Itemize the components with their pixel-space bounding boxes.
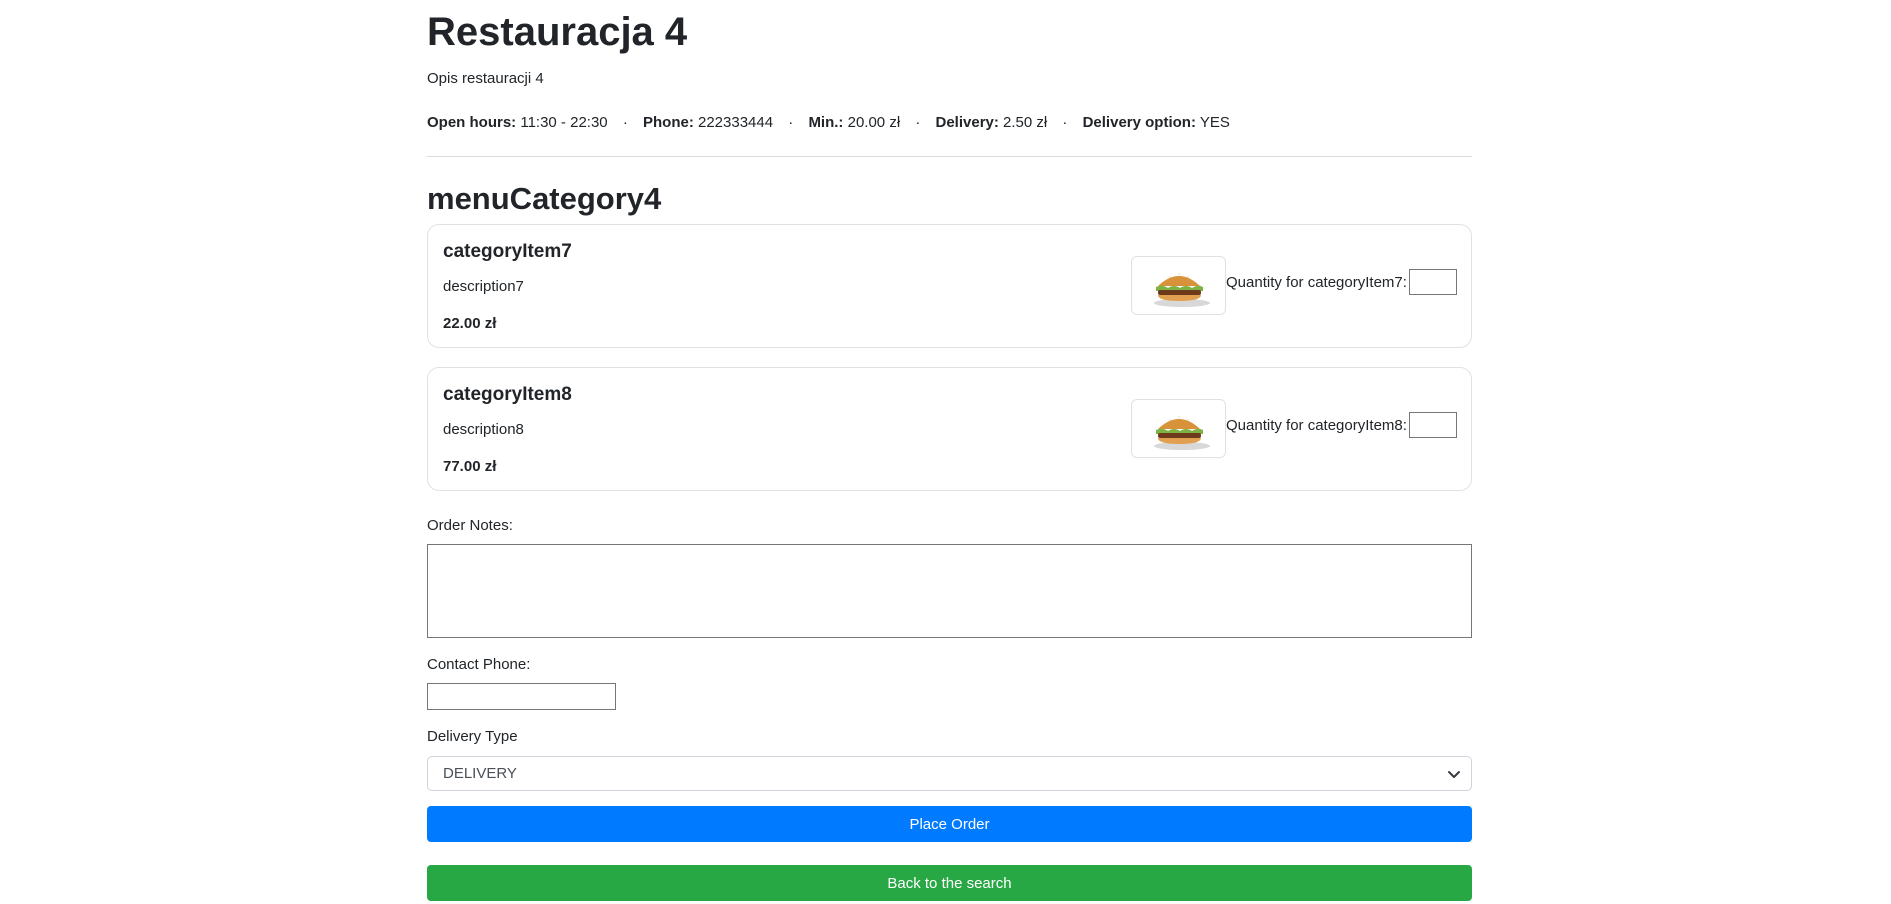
menu-item-description: description8 xyxy=(443,421,524,438)
menu-item-description: description7 xyxy=(443,278,524,295)
menu-item-price: 22.00 zł xyxy=(443,315,497,332)
info-separator: · xyxy=(1062,114,1068,131)
delivery-option-value: YES xyxy=(1199,114,1230,131)
burger-image-icon xyxy=(1131,399,1226,458)
info-separator: · xyxy=(915,114,921,131)
min-order-label: Min.: xyxy=(808,114,844,131)
menu-item-price: 77.00 zł xyxy=(443,458,497,475)
quantity-input[interactable] xyxy=(1409,269,1457,295)
order-notes-label: Order Notes: xyxy=(427,517,513,534)
restaurant-title: Restauracja 4 xyxy=(427,10,688,54)
menu-item-card: categoryItem7 description7 22.00 zł Quan… xyxy=(427,224,1472,348)
min-order-value: 20.00 zł xyxy=(847,114,901,131)
place-order-button[interactable]: Place Order xyxy=(427,806,1472,842)
burger-image-icon xyxy=(1131,256,1226,315)
menu-category-title: menuCategory4 xyxy=(427,181,662,216)
restaurant-info-line: Open hours: 11:30 - 22:30 · Phone: 22233… xyxy=(427,113,1230,133)
quantity-label: Quantity for categoryItem7: xyxy=(1226,274,1407,291)
phone-label: Phone: xyxy=(642,114,694,131)
open-hours-value: 11:30 - 22:30 xyxy=(520,114,608,131)
quantity-input[interactable] xyxy=(1409,412,1457,438)
menu-item-name: categoryItem8 xyxy=(443,384,572,405)
contact-phone-input[interactable] xyxy=(427,683,616,710)
open-hours-label: Open hours: xyxy=(427,114,517,131)
delivery-type-select[interactable]: DELIVERY xyxy=(427,756,1472,791)
delivery-type-label: Delivery Type xyxy=(427,728,518,745)
menu-item-card: categoryItem8 description8 77.00 zł Quan… xyxy=(427,367,1472,491)
phone-value: 222333444 xyxy=(698,114,774,131)
delivery-type-value: DELIVERY xyxy=(443,765,517,782)
delivery-option-label: Delivery option: xyxy=(1082,114,1196,131)
chevron-down-icon xyxy=(1447,767,1461,781)
menu-item-name: categoryItem7 xyxy=(443,241,572,262)
info-separator: · xyxy=(788,114,794,131)
order-notes-textarea[interactable] xyxy=(427,544,1472,638)
restaurant-description: Opis restauracji 4 xyxy=(427,70,544,87)
back-to-search-button[interactable]: Back to the search xyxy=(427,865,1472,901)
delivery-fee-value: 2.50 zł xyxy=(1003,114,1048,131)
contact-phone-label: Contact Phone: xyxy=(427,656,531,673)
quantity-label: Quantity for categoryItem8: xyxy=(1226,417,1407,434)
delivery-fee-label: Delivery: xyxy=(935,114,999,131)
info-separator: · xyxy=(622,114,628,131)
divider xyxy=(427,156,1472,157)
